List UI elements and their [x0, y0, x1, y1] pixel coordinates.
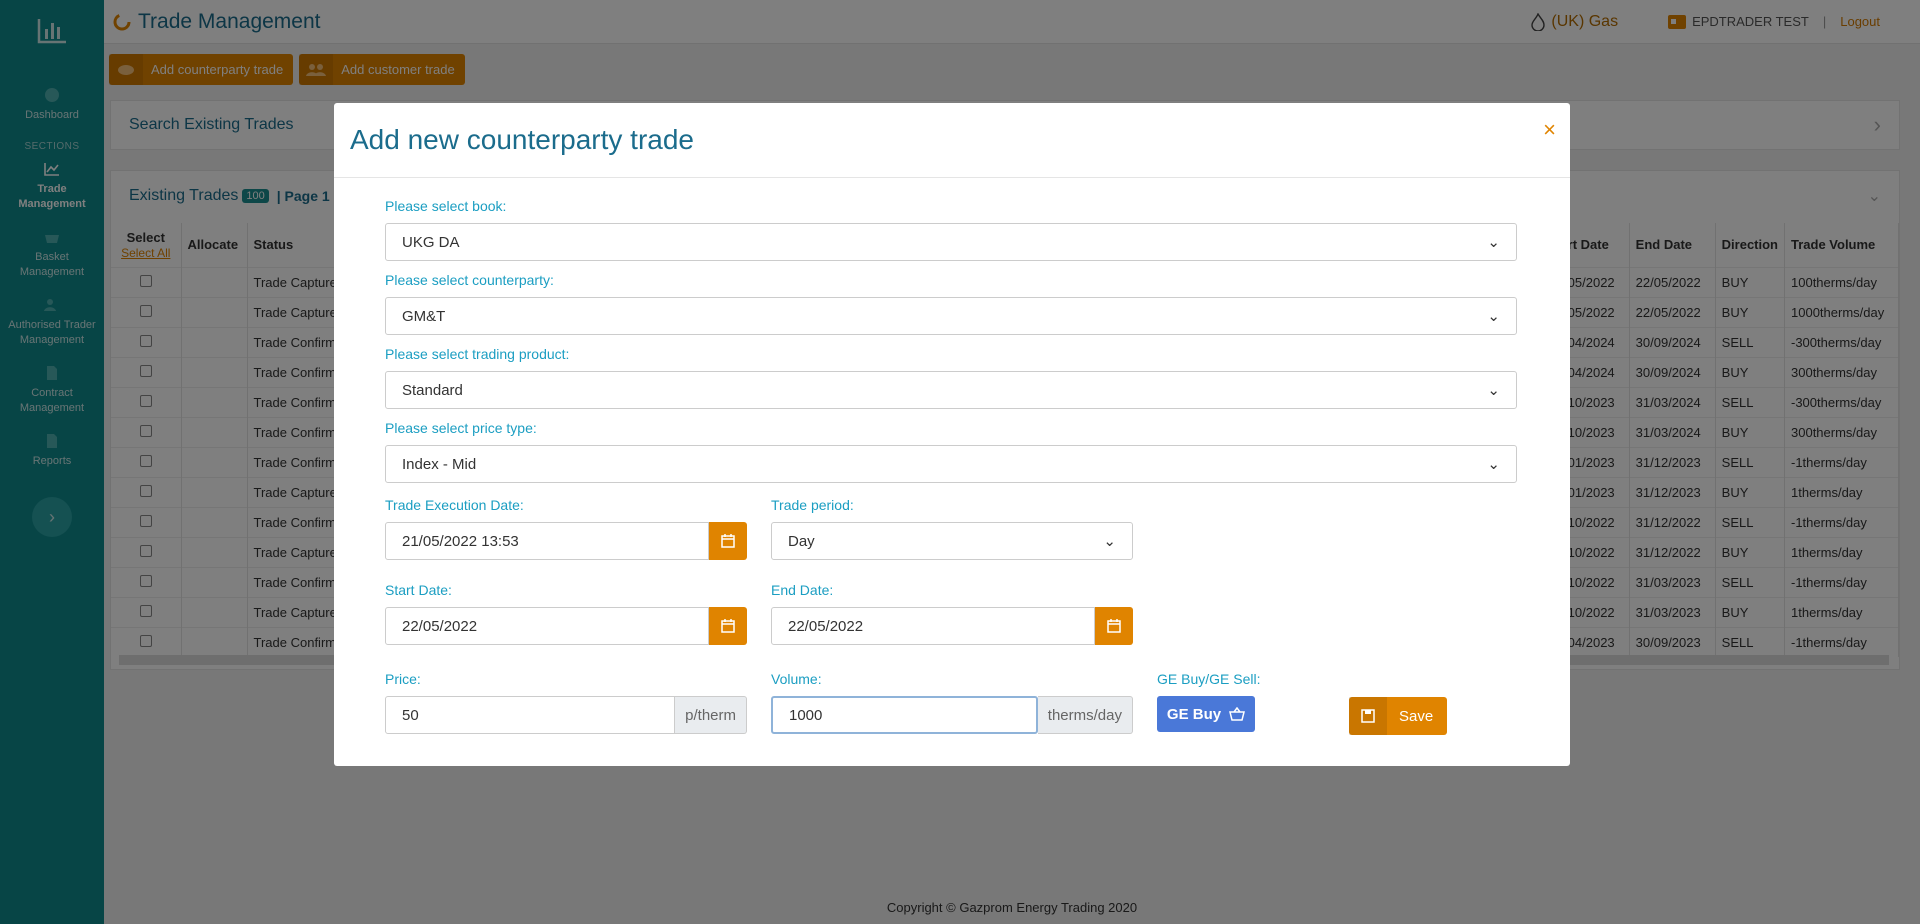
price-type-select[interactable]: Index - Mid ⌄ [385, 445, 1517, 483]
dates-row-2: Start Date: 22/05/2022 End Date: 22/05/2… [385, 582, 1519, 667]
start-date-field: 22/05/2022 [385, 607, 747, 645]
calendar-icon [721, 534, 735, 548]
end-date-field: 22/05/2022 [771, 607, 1133, 645]
calendar-button[interactable] [709, 522, 747, 560]
price-label: Price: [385, 671, 421, 687]
button-label: GE Buy [1166, 705, 1222, 723]
trade-period-select-value: Day [788, 532, 815, 550]
chevron-down-icon: ⌄ [1487, 234, 1500, 251]
chevron-down-icon: ⌄ [1103, 533, 1116, 550]
chevron-down-icon: ⌄ [1487, 382, 1500, 399]
price-type-label: Please select price type: [385, 420, 537, 436]
close-button[interactable]: × [1543, 117, 1556, 143]
book-label: Please select book: [385, 198, 507, 214]
chevron-down-icon: ⌄ [1487, 308, 1500, 325]
start-date-label: Start Date: [385, 582, 452, 598]
chevron-down-icon: ⌄ [1487, 456, 1500, 473]
end-date-input[interactable]: 22/05/2022 [771, 607, 1095, 645]
dates-row-1: Trade Execution Date: 21/05/2022 13:53 T… [385, 497, 1519, 582]
ge-buy-sell-label: GE Buy/GE Sell: [1157, 671, 1261, 687]
price-input[interactable]: 50 [385, 696, 676, 734]
modal-title: Add new counterparty trade [350, 124, 694, 155]
trade-period-select[interactable]: Day ⌄ [771, 522, 1133, 560]
book-select[interactable]: UKG DA ⌄ [385, 223, 1517, 261]
calendar-button[interactable] [1095, 607, 1133, 645]
volume-unit: therms/day [1037, 696, 1133, 734]
execution-date-label: Trade Execution Date: [385, 497, 524, 513]
modal-header: Add new counterparty trade [334, 103, 1570, 178]
volume-input[interactable]: 1000 [771, 696, 1038, 734]
price-unit: p/therm [675, 696, 747, 734]
calendar-button[interactable] [709, 607, 747, 645]
volume-label: Volume: [771, 671, 822, 687]
trading-product-label: Please select trading product: [385, 346, 570, 362]
trading-product-select[interactable]: Standard ⌄ [385, 371, 1517, 409]
basket-icon [1229, 707, 1246, 721]
button-label: Save [1399, 707, 1434, 725]
counterparty-select[interactable]: GM&T ⌄ [385, 297, 1517, 335]
book-select-value: UKG DA [402, 233, 460, 251]
execution-date-input[interactable]: 21/05/2022 13:53 [385, 522, 709, 560]
price-field: 50 p/therm [385, 696, 747, 734]
start-date-input[interactable]: 22/05/2022 [385, 607, 709, 645]
counterparty-select-value: GM&T [402, 307, 446, 325]
save-button[interactable]: Save [1349, 697, 1447, 735]
save-icon [1349, 697, 1387, 735]
end-date-label: End Date: [771, 582, 834, 598]
trade-period-label: Trade period: [771, 497, 854, 513]
calendar-icon [721, 619, 735, 633]
execution-date-field: 21/05/2022 13:53 [385, 522, 747, 560]
calendar-icon [1107, 619, 1121, 633]
ge-buy-button[interactable]: GE Buy [1157, 696, 1255, 732]
trading-product-select-value: Standard [402, 381, 463, 399]
add-counterparty-trade-modal: Add new counterparty trade × Please sele… [334, 103, 1570, 766]
price-type-select-value: Index - Mid [402, 455, 477, 473]
counterparty-label: Please select counterparty: [385, 272, 554, 288]
volume-field: 1000 therms/day [771, 696, 1133, 734]
modal-body: Please select book: UKG DA ⌄ Please sele… [334, 178, 1570, 756]
